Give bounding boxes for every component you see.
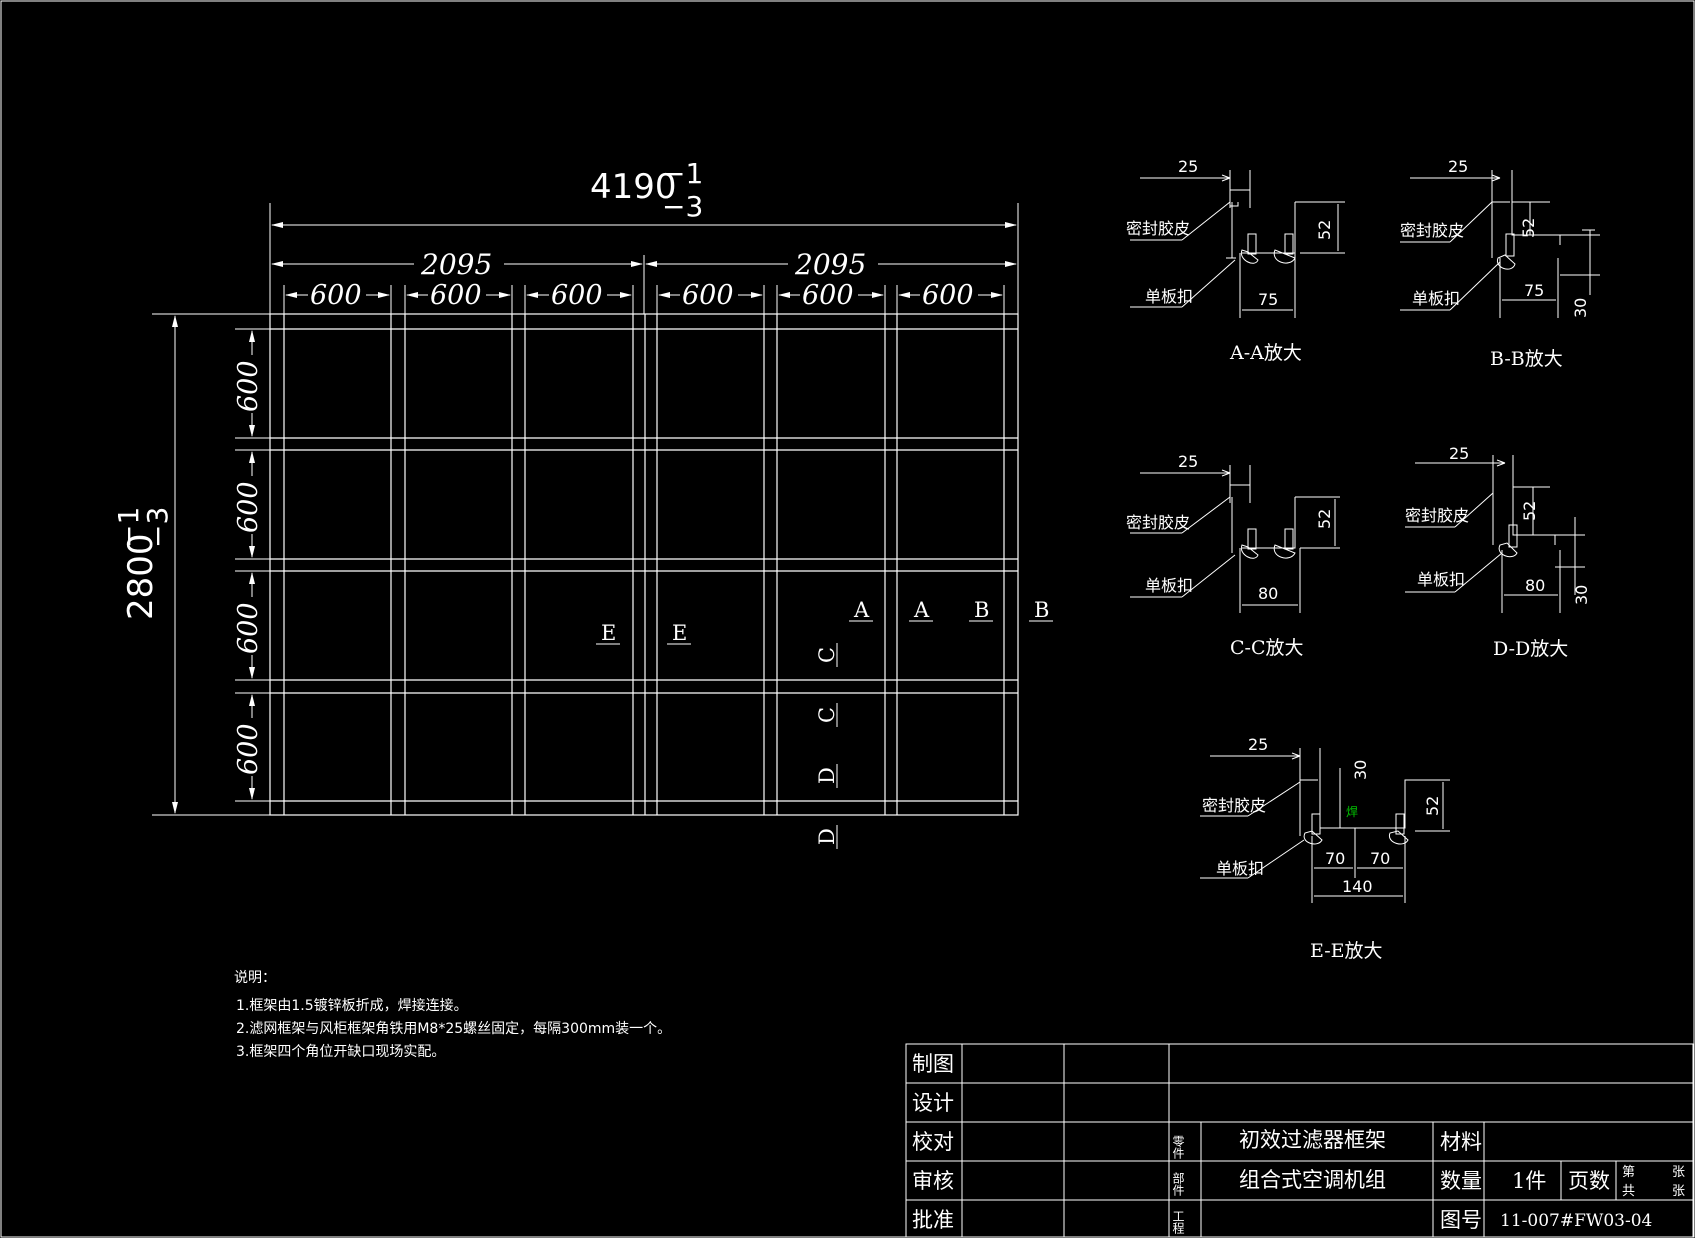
module-height-3: 600 — [233, 602, 264, 654]
section-mark-a-2: A — [913, 598, 930, 622]
drawing-no-label: 图号 — [1440, 1208, 1482, 1232]
frame-outline — [269, 313, 1019, 816]
detail-c-title: C-C放大 — [1230, 637, 1304, 659]
half-width-left: 2095 — [420, 248, 492, 281]
notes: 说明： 1.框架由1.5镀锌板折成，焊接连接。 2.滤网框架与风柜框架角铁用M8… — [234, 970, 671, 1060]
detail-d-side-dim: 52 — [1520, 501, 1539, 521]
pages-label: 页数 — [1568, 1169, 1610, 1193]
note-item: 1.框架由1.5镀锌板折成，焊接连接。 — [236, 997, 468, 1014]
detail-b-extra-dim: 30 — [1571, 298, 1590, 318]
part-label: 零件 — [1171, 1135, 1185, 1159]
overall-width-tol-lower: −3 — [662, 190, 703, 223]
detail-d-seal-label: 密封胶皮 — [1405, 506, 1469, 525]
role-design: 设计 — [912, 1091, 954, 1115]
detail-e-top-dim: 25 — [1248, 735, 1268, 754]
detail-e-extra-dim: 30 — [1351, 760, 1370, 780]
material-label: 材料 — [1440, 1130, 1482, 1154]
detail-a-seal-label: 密封胶皮 — [1126, 219, 1190, 238]
module-height-2: 600 — [233, 481, 264, 533]
section-mark-b-1: B — [974, 598, 989, 622]
detail-d-title: D-D放大 — [1493, 638, 1568, 660]
module-height-1: 600 — [233, 360, 264, 412]
sheet-unit: 张 — [1672, 1165, 1685, 1180]
detail-b-clip-label: 单板扣 — [1412, 289, 1460, 308]
detail-c-top-dim: 25 — [1178, 452, 1198, 471]
detail-b-seal-label: 密封胶皮 — [1400, 221, 1464, 240]
detail-a-title: A-A放大 — [1229, 342, 1302, 364]
detail-c-bottom-dim: 80 — [1258, 584, 1278, 603]
drawing-no-value: 11-007#FW03-04 — [1500, 1211, 1652, 1231]
module-width-3: 600 — [551, 280, 603, 311]
role-draft: 制图 — [912, 1052, 954, 1076]
project-label: 工程 — [1171, 1210, 1185, 1235]
part-name: 初效过滤器框架 — [1239, 1128, 1386, 1152]
section-markers: A A B B E E C C D D — [596, 598, 1053, 849]
module-width-2: 600 — [430, 280, 482, 311]
detail-c-side-dim: 52 — [1315, 509, 1334, 529]
detail-a-top-dim: 25 — [1178, 157, 1198, 176]
module-height-4: 600 — [233, 723, 264, 775]
detail-e-title: E-E放大 — [1310, 940, 1383, 962]
frame-elevation: 4190 −1 −3 2095 2095 600 600 600 600 600… — [112, 157, 1053, 849]
detail-a-side-dim: 52 — [1315, 220, 1334, 240]
section-mark-e-1: E — [601, 621, 616, 645]
sheet-unit: 张 — [1672, 1184, 1685, 1199]
section-mark-a-1: A — [853, 598, 870, 622]
note-item: 3.框架四个角位开缺口现场实配。 — [236, 1044, 445, 1060]
sheet-no-label: 第 — [1622, 1165, 1635, 1180]
section-mark-d-2: D — [815, 828, 839, 845]
role-review: 审核 — [912, 1169, 954, 1193]
section-mark-c-1: C — [815, 647, 839, 663]
half-width-dimensions — [271, 255, 1017, 314]
component-label: 部件 — [1171, 1171, 1185, 1196]
detail-a-a: 25 52 75 密封胶皮 单板扣 A-A放大 — [1126, 157, 1345, 364]
detail-e-bottom-total-dim: 140 — [1342, 877, 1373, 896]
half-width-right: 2095 — [794, 248, 866, 281]
frame-posts — [283, 314, 1005, 815]
overall-width-tol-upper: −1 — [662, 157, 703, 190]
detail-e-e: 25 30 52 70 70 140 焊 密封胶皮 单板扣 E-E放大 — [1200, 735, 1450, 962]
detail-e-clip-label: 单板扣 — [1216, 859, 1264, 878]
role-check: 校对 — [912, 1130, 954, 1154]
section-mark-c-2: C — [815, 707, 839, 723]
detail-d-bottom-dim: 80 — [1525, 576, 1545, 595]
detail-d-extra-dim: 30 — [1572, 585, 1591, 605]
section-mark-b-2: B — [1034, 598, 1049, 622]
detail-b-title: B-B放大 — [1490, 348, 1563, 370]
module-width-1: 600 — [310, 280, 362, 311]
role-approve: 批准 — [912, 1208, 954, 1232]
detail-c-clip-label: 单板扣 — [1145, 576, 1193, 595]
detail-d-d: 25 52 80 30 密封胶皮 单板扣 D-D放大 — [1405, 444, 1591, 660]
overall-height-tol-lower: −3 — [141, 507, 174, 548]
notes-heading: 说明： — [234, 970, 276, 986]
component-name: 组合式空调机组 — [1239, 1168, 1386, 1192]
detail-c-seal-label: 密封胶皮 — [1126, 513, 1190, 532]
detail-a-bottom-dim: 75 — [1258, 290, 1278, 309]
detail-e-bottom-left-dim: 70 — [1325, 849, 1345, 868]
detail-b-bottom-dim: 75 — [1524, 281, 1544, 300]
module-width-5: 600 — [802, 280, 854, 311]
section-mark-d-1: D — [815, 767, 839, 784]
module-width-6: 600 — [922, 280, 974, 311]
cad-drawing: 4190 −1 −3 2095 2095 600 600 600 600 600… — [0, 0, 1695, 1238]
sheet-total-label: 共 — [1622, 1184, 1635, 1199]
frame-rails — [270, 328, 1018, 802]
detail-b-top-dim: 25 — [1448, 157, 1468, 176]
detail-e-bottom-right-dim: 70 — [1370, 849, 1390, 868]
detail-c-c: 25 52 80 密封胶皮 单板扣 C-C放大 — [1126, 452, 1340, 659]
section-mark-e-2: E — [672, 621, 687, 645]
quantity-value: 1件 — [1512, 1169, 1546, 1193]
title-block: 制图 设计 校对 审核 批准 零件 部件 工程 初效过滤器框架 组合式空调机组 … — [905, 1043, 1694, 1238]
detail-d-clip-label: 单板扣 — [1417, 570, 1465, 589]
detail-d-top-dim: 25 — [1449, 444, 1469, 463]
detail-b-b: 25 52 75 30 密封胶皮 单板扣 B-B放大 — [1400, 157, 1600, 370]
detail-e-side-dim: 52 — [1423, 796, 1442, 816]
detail-e-seal-label: 密封胶皮 — [1202, 796, 1266, 815]
quantity-label: 数量 — [1440, 1169, 1482, 1193]
detail-a-clip-label: 单板扣 — [1145, 287, 1193, 306]
detail-b-side-dim: 52 — [1519, 218, 1538, 238]
note-item: 2.滤网框架与风柜框架角铁用M8*25螺丝固定，每隔300mm装一个。 — [236, 1021, 671, 1037]
module-width-4: 600 — [682, 280, 734, 311]
detail-e-weld-label: 焊 — [1346, 804, 1358, 819]
